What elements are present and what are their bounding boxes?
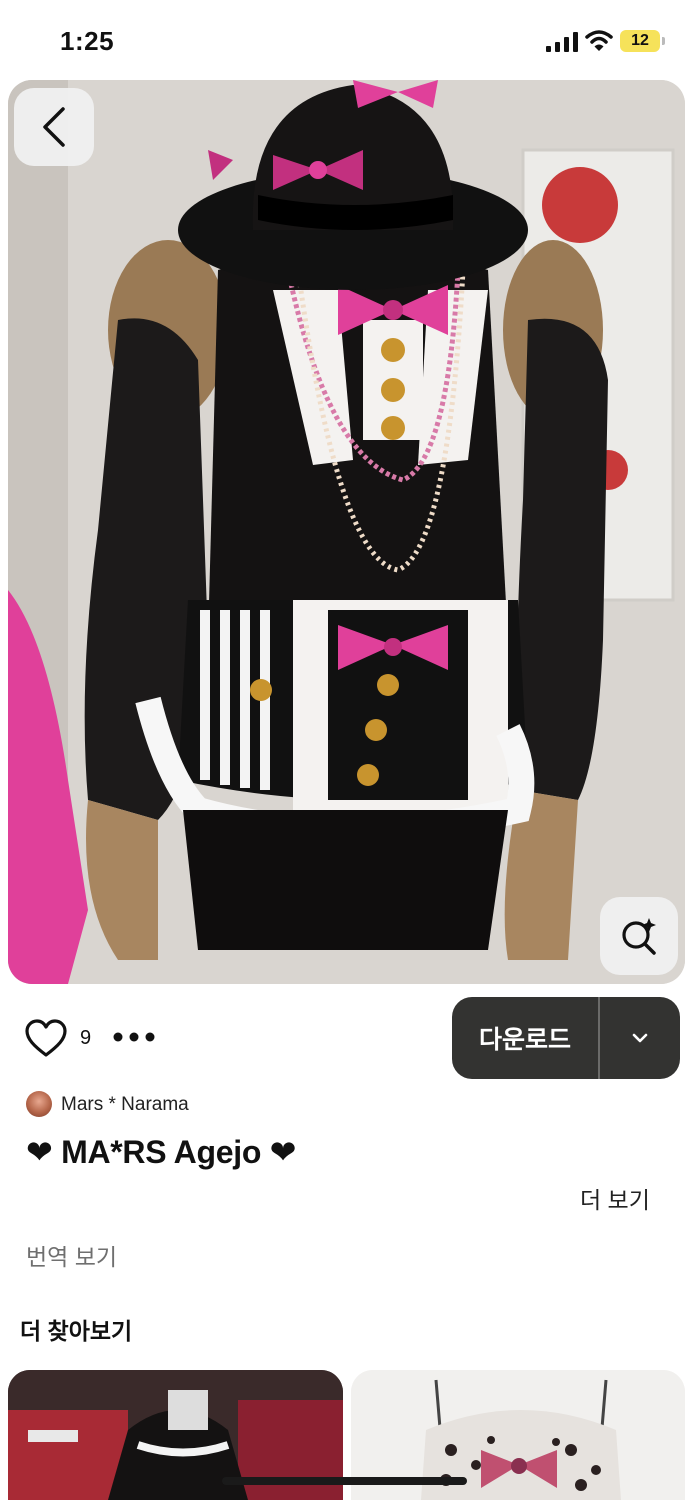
download-button-group: 다운로드 [452, 997, 680, 1079]
outfit-photo [8, 80, 685, 984]
translate-link[interactable]: 번역 보기 [26, 1238, 117, 1272]
pin-image[interactable] [8, 80, 685, 984]
back-button[interactable] [14, 88, 94, 166]
battery-indicator: 12 [620, 30, 660, 52]
visual-search-button[interactable] [600, 897, 678, 975]
chevron-down-icon [632, 1033, 648, 1043]
download-button[interactable]: 다운로드 [452, 997, 598, 1079]
cellular-signal-icon [546, 32, 578, 52]
battery-nub [662, 37, 665, 45]
like-count: 9 [80, 1027, 92, 1049]
status-time: 1:25 [60, 26, 115, 56]
visual-search-icon [622, 918, 656, 955]
creator-avatar[interactable] [26, 1091, 52, 1117]
status-bar: 1:25 12 [0, 0, 693, 80]
chevron-left-icon [43, 107, 65, 147]
download-options-button[interactable] [600, 997, 680, 1079]
heart-icon[interactable] [24, 1018, 68, 1058]
pin-title: ❤ MA*RS Agejo ❤ [26, 1134, 297, 1170]
more-options-icon[interactable] [110, 1026, 158, 1048]
see-more-link[interactable]: 더 보기 [580, 1181, 650, 1215]
creator-name[interactable]: Mars * Narama [61, 1094, 189, 1116]
more-to-explore-heading: 더 찾아보기 [20, 1318, 133, 1344]
wifi-icon [585, 30, 613, 51]
home-indicator [222, 1477, 467, 1485]
